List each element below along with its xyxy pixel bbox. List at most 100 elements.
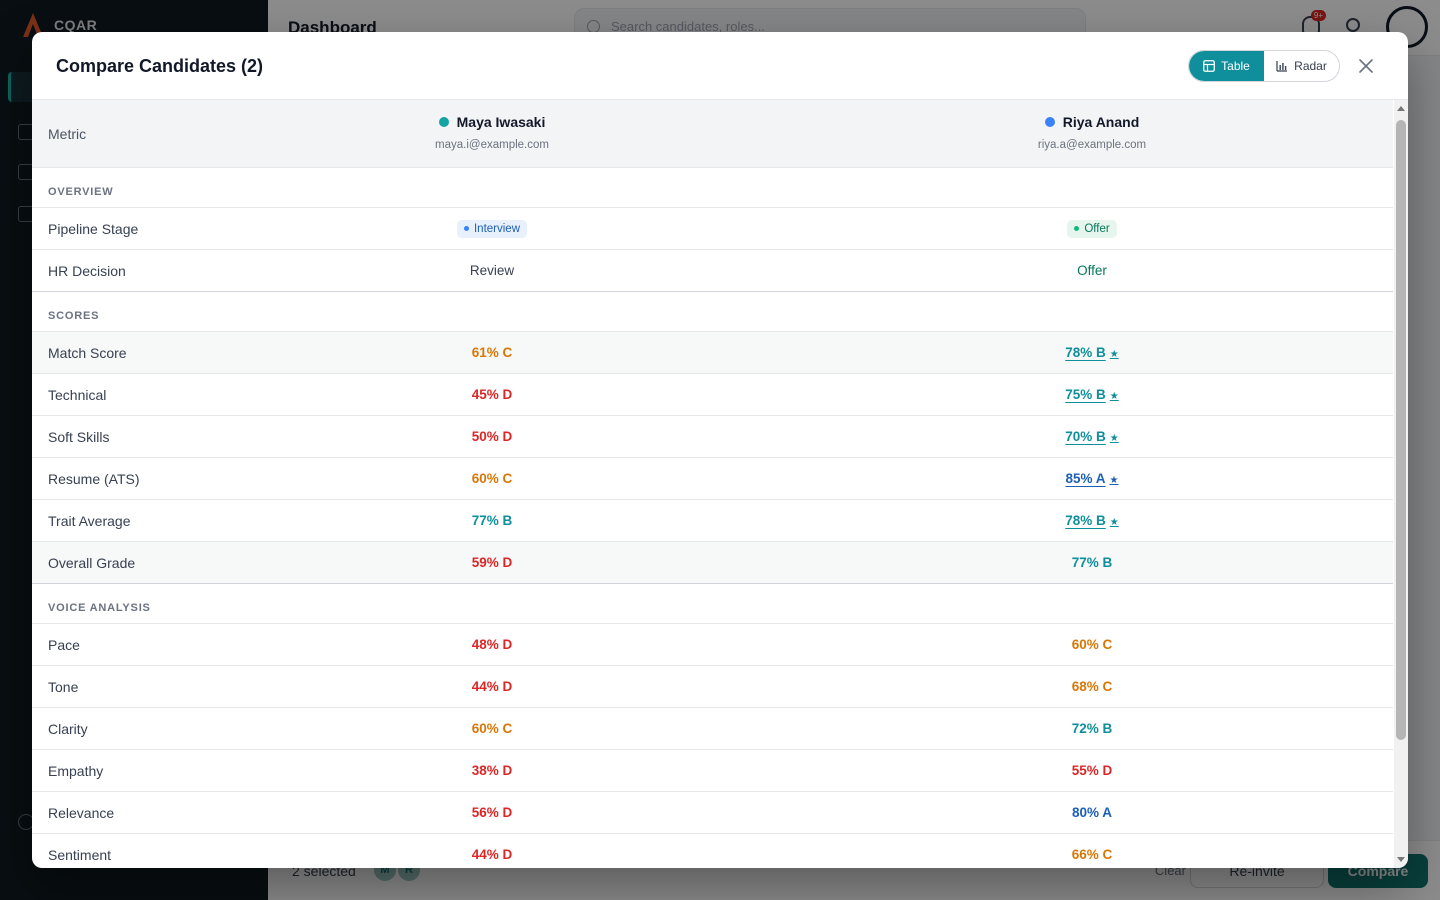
score-value: 44% D bbox=[471, 847, 513, 862]
candidate-color-dot bbox=[438, 117, 449, 127]
table-row: Relevance 56% D 80% A bbox=[32, 792, 1393, 834]
score-value: 77% B bbox=[1071, 555, 1113, 570]
candidate-name: Maya Iwasaki bbox=[456, 114, 546, 130]
status-badge-label: Interview bbox=[473, 222, 521, 235]
table-row: Sentiment 44% D 66% C bbox=[32, 834, 1393, 868]
score-value: 72% B bbox=[1071, 721, 1113, 736]
table-row: Clarity 60% C 72% B bbox=[32, 708, 1393, 750]
score-cell: 77% B bbox=[342, 513, 642, 528]
voice-rows: Pace 48% D 60% C Tone 44% D 68% C Clarity 60% C… bbox=[32, 624, 1393, 868]
score-cell: 44% D bbox=[342, 847, 642, 862]
metric-label: Trait Average bbox=[48, 513, 131, 529]
score-value: 44% D bbox=[471, 679, 513, 694]
scroll-up-arrow[interactable] bbox=[1397, 106, 1405, 111]
close-icon bbox=[1359, 59, 1373, 73]
score-value: 56% D bbox=[471, 805, 513, 820]
candidate-header: Riya Anand riya.a@example.com bbox=[942, 114, 1242, 151]
section-header: SCORES bbox=[32, 292, 1393, 332]
score-value: 50% D bbox=[471, 429, 513, 444]
scrollbar-thumb[interactable] bbox=[1396, 120, 1406, 740]
table-row: Pipeline Stage Interview Offer bbox=[32, 208, 1393, 250]
score-value: 45% D bbox=[471, 387, 513, 402]
metric-label: Tone bbox=[48, 679, 79, 695]
decision-cell: Offer bbox=[1077, 263, 1107, 278]
table-row: Soft Skills 50% D 70% B ★ bbox=[32, 416, 1393, 458]
score-value: 80% A bbox=[1071, 805, 1113, 820]
compare-modal: Compare Candidates (2) Table Radar Metri… bbox=[32, 32, 1408, 868]
comparison-table: Metric Maya Iwasaki maya.i@example.com R… bbox=[32, 100, 1393, 868]
score-cell: 66% C bbox=[942, 847, 1242, 862]
score-cell: 70% B ★ bbox=[942, 429, 1242, 444]
table-header: Metric Maya Iwasaki maya.i@example.com R… bbox=[32, 100, 1393, 168]
score-value: 85% A bbox=[1065, 471, 1106, 486]
metric-label: Resume (ATS) bbox=[48, 471, 140, 487]
score-cell: 56% D bbox=[342, 805, 642, 820]
score-cell: 44% D bbox=[342, 679, 642, 694]
score-cell: 60% C bbox=[342, 471, 642, 486]
status-badge-label: Offer bbox=[1084, 222, 1110, 235]
score-value: 55% D bbox=[1071, 763, 1113, 778]
candidate-color-dot bbox=[1044, 117, 1055, 127]
table-row: Technical 45% D 75% B ★ bbox=[32, 374, 1393, 416]
metric-label: Pace bbox=[48, 637, 80, 653]
table-view-button[interactable]: Table bbox=[1189, 51, 1264, 81]
score-value: 60% C bbox=[1071, 637, 1113, 652]
score-value: 60% C bbox=[471, 721, 513, 736]
section-header: OVERVIEW bbox=[32, 168, 1393, 208]
candidate-email: maya.i@example.com bbox=[435, 139, 549, 151]
status-badge: Offer bbox=[1067, 219, 1117, 238]
view-toggle: Table Radar bbox=[1188, 50, 1340, 82]
metric-header: Metric bbox=[48, 126, 87, 142]
score-cell: 78% B ★ bbox=[942, 513, 1242, 528]
score-value: 60% C bbox=[471, 471, 513, 486]
radar-view-button[interactable]: Radar bbox=[1264, 51, 1339, 81]
scrollbar[interactable] bbox=[1394, 100, 1408, 868]
metric-label: Pipeline Stage bbox=[48, 221, 139, 237]
metric-label: Overall Grade bbox=[48, 555, 136, 571]
table-icon bbox=[1203, 60, 1216, 72]
scores-rows: Match Score 61% C 78% B ★ Technical 45% D 75% … bbox=[32, 332, 1393, 584]
score-cell: 45% D bbox=[342, 387, 642, 402]
metric-label: Technical bbox=[48, 387, 107, 403]
score-value: 75% B bbox=[1065, 387, 1106, 402]
bar-chart-icon bbox=[1276, 61, 1288, 72]
table-row: Match Score 61% C 78% B ★ bbox=[32, 332, 1393, 374]
close-button[interactable] bbox=[1354, 54, 1378, 78]
score-value: 68% C bbox=[1071, 679, 1113, 694]
score-value: 78% B bbox=[1065, 513, 1106, 528]
candidate-name: Riya Anand bbox=[1062, 114, 1140, 130]
stage-cell: Offer bbox=[942, 219, 1242, 238]
score-value: 70% B bbox=[1065, 429, 1106, 444]
metric-label: Sentiment bbox=[48, 847, 112, 863]
section-title: OVERVIEW bbox=[48, 186, 114, 198]
section-title: SCORES bbox=[48, 310, 100, 322]
best-star-icon: ★ bbox=[1109, 475, 1119, 486]
metric-label: Match Score bbox=[48, 345, 127, 361]
table-view-label: Table bbox=[1221, 59, 1250, 73]
score-cell: 48% D bbox=[342, 637, 642, 652]
decision-cell: Review bbox=[469, 263, 515, 278]
table-row: Trait Average 77% B 78% B ★ bbox=[32, 500, 1393, 542]
table-row: Pace 48% D 60% C bbox=[32, 624, 1393, 666]
metric-label: Clarity bbox=[48, 721, 88, 737]
table-row: Tone 44% D 68% C bbox=[32, 666, 1393, 708]
best-star-icon: ★ bbox=[1109, 433, 1119, 444]
score-cell: 59% D bbox=[342, 555, 642, 570]
score-value: 78% B bbox=[1065, 345, 1106, 360]
score-cell: 60% C bbox=[342, 721, 642, 736]
score-cell: 68% C bbox=[942, 679, 1242, 694]
metric-label: Soft Skills bbox=[48, 429, 110, 445]
metric-label: Relevance bbox=[48, 805, 115, 821]
section-header: VOICE ANALYSIS bbox=[32, 584, 1393, 624]
table-row: Resume (ATS) 60% C 85% A ★ bbox=[32, 458, 1393, 500]
modal-header: Compare Candidates (2) Table Radar bbox=[32, 32, 1408, 100]
radar-view-label: Radar bbox=[1294, 59, 1327, 73]
table-row: HR Decision Review Offer bbox=[32, 250, 1393, 292]
scroll-down-arrow[interactable] bbox=[1397, 857, 1405, 862]
score-cell: 61% C bbox=[342, 345, 642, 360]
score-cell: 75% B ★ bbox=[942, 387, 1242, 402]
table-row: Empathy 38% D 55% D bbox=[32, 750, 1393, 792]
best-star-icon: ★ bbox=[1109, 517, 1119, 528]
score-value: 38% D bbox=[471, 763, 513, 778]
section-title: VOICE ANALYSIS bbox=[48, 602, 151, 614]
